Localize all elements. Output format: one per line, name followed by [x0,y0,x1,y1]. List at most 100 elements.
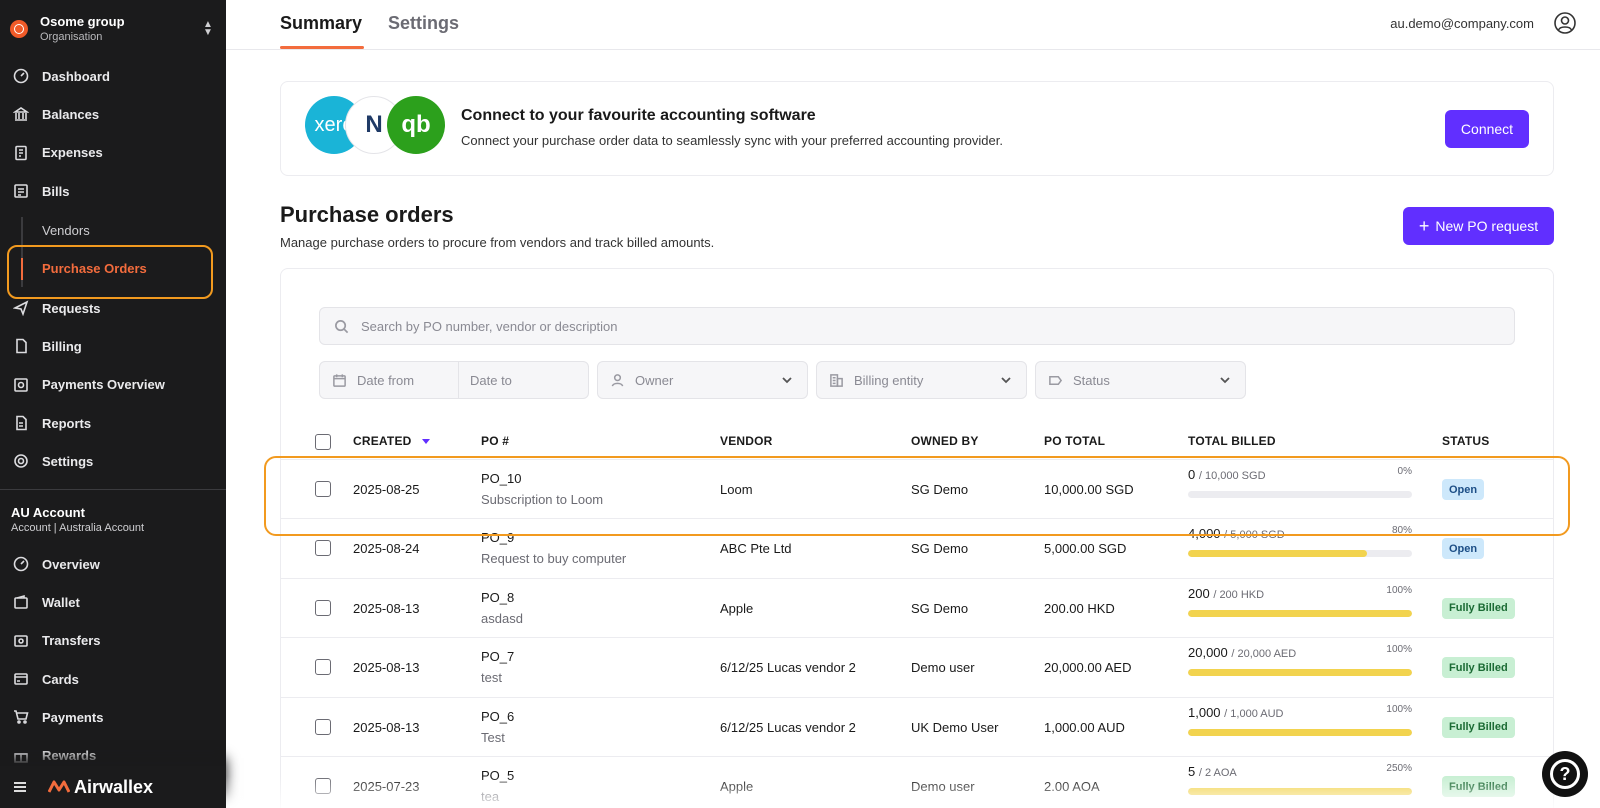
po-number[interactable]: PO_10 [481,471,521,486]
active-tab-indicator [280,46,364,49]
payments-overview-icon [12,376,30,394]
sidebar-item-requests[interactable]: Requests [0,289,226,327]
connect-accounting-card: xero N qb Connect to your favourite acco… [280,81,1554,176]
sidebar-item-transfers[interactable]: Transfers [0,622,226,660]
sidebar-item-settings[interactable]: Settings [0,442,226,480]
search-input[interactable]: Search by PO number, vendor or descripti… [319,307,1515,345]
new-po-request-label: New PO request [1435,218,1539,234]
status-filter[interactable]: Status [1035,361,1246,399]
row-checkbox[interactable] [315,599,331,616]
row-checkbox[interactable] [315,718,331,735]
calendar-icon [333,373,346,387]
tab-summary[interactable]: Summary [280,13,362,34]
sidebar-item-label: Overview [42,556,100,572]
po-number[interactable]: PO_6 [481,709,514,724]
row-checkbox[interactable] [315,778,331,794]
po-number[interactable]: PO_9 [481,530,514,545]
billing-entity-filter-label: Billing entity [854,372,924,388]
billed-percent: 100% [1386,644,1412,656]
account-nav: Overview Wallet Transfers Cards Payments… [0,545,226,775]
column-header-po: PO # [481,434,510,448]
secondary-nav: Requests Billing Payments Overview Repor… [0,289,226,480]
transfer-icon [12,632,30,650]
sidebar-divider [0,489,226,490]
sidebar-item-payments-overview[interactable]: Payments Overview [0,366,226,404]
date-range-filter[interactable]: Date from Date to [319,361,589,399]
table-row[interactable]: 2025-08-13 PO_7 test 6/12/25 Lucas vendor 2… [281,637,1553,696]
org-name: Osome group [40,14,125,29]
table-row[interactable]: 2025-07-23 PO_5 tea Apple Demo user 2.00 AOA 5… [281,756,1553,808]
sidebar-item-billing[interactable]: Billing [0,327,226,365]
table-row[interactable]: 2025-08-13 PO_6 Test 6/12/25 Lucas vendor 2… [281,696,1553,756]
column-header-total-billed: TOTAL BILLED [1188,434,1276,448]
tab-settings[interactable]: Settings [388,13,459,34]
date-to-input[interactable]: Date to [470,373,512,388]
billed-progress-bar [1188,491,1412,498]
billed-progress-fill [1188,669,1412,677]
connect-button[interactable]: Connect [1445,110,1529,148]
billed-progress-bar [1188,609,1412,617]
po-number[interactable]: PO_5 [481,768,514,783]
table-row[interactable]: 2025-08-25 PO_10 Subscription to Loom Loom S… [281,459,1553,518]
sidebar-item-expenses[interactable]: Expenses [0,134,226,172]
org-switcher[interactable]: Osome group Organisation ▲ ▼ [10,12,216,46]
billed-percent: 80% [1391,525,1412,537]
created-date: 2025-08-25 [353,482,420,497]
row-checkbox[interactable] [315,481,331,497]
table-row[interactable]: 2025-08-13 PO_8 asdasd Apple SG Demo 200.00 H… [281,577,1553,637]
billed-progress-fill [1188,728,1412,736]
document-icon [12,337,30,355]
po-number[interactable]: PO_7 [481,649,514,664]
owner-filter[interactable]: Owner [597,361,808,399]
sidebar-item-vendors[interactable]: Vendors [0,211,226,250]
po-description: asdasd [481,610,523,626]
po-description: Test [481,729,505,745]
search-icon [335,319,349,333]
created-date: 2025-08-13 [353,660,420,676]
select-all-checkbox[interactable] [315,434,331,450]
new-po-request-button[interactable]: + New PO request [1403,207,1554,245]
row-checkbox[interactable] [315,659,331,676]
sidebar-item-payments[interactable]: Payments [0,698,226,736]
org-sub: Organisation [40,31,103,43]
sidebar-item-wallet[interactable]: Wallet [0,583,226,621]
sidebar-item-cards[interactable]: Cards [0,660,226,698]
bills-icon [12,182,30,200]
vendor-name: Loom [720,482,753,497]
brand-logo: Airwallex [48,777,153,798]
created-date: 2025-08-13 [353,600,420,616]
billed-of-total: / 200 HKD [1213,588,1265,601]
table-row[interactable]: 2025-08-24 PO_9 Request to buy computer ABC… [281,518,1553,577]
billed-amount: 20,000 / 20,000 AED [1188,645,1296,660]
billed-percent: 250% [1386,763,1412,774]
row-checkbox[interactable] [315,540,331,557]
sidebar-item-label: Reports [42,415,92,431]
status-badge: Fully Billed [1442,597,1515,619]
po-total: 20,000.00 AED [1044,660,1132,676]
person-icon [611,373,624,386]
billing-entity-filter[interactable]: Billing entity [816,361,1027,399]
column-header-status: STATUS [1442,434,1490,448]
purchase-orders-card: Search by PO number, vendor or descripti… [280,268,1554,808]
column-header-label: CREATED [353,434,412,448]
org-logo-icon [10,20,28,38]
sidebar-item-balances[interactable]: Balances [0,95,226,133]
billed-value: 4,000 [1188,526,1221,542]
po-number[interactable]: PO_8 [481,590,514,605]
column-header-vendor: VENDOR [720,434,773,448]
po-description: test [481,670,502,686]
building-icon [830,373,843,387]
billed-progress-fill [1188,550,1368,558]
menu-icon[interactable] [14,782,26,792]
sidebar-item-label: Billing [42,338,82,354]
sidebar-item-bills[interactable]: Bills [0,172,226,210]
sidebar-item-dashboard[interactable]: Dashboard [0,57,226,95]
column-header-po-total: PO TOTAL [1044,434,1106,448]
date-from-input[interactable]: Date from [357,373,414,388]
chevron-up-down-icon: ▲ ▼ [203,19,213,38]
column-header-created[interactable]: CREATED [353,434,430,448]
help-button[interactable]: ? [1542,751,1588,797]
sidebar-item-overview[interactable]: Overview [0,545,226,583]
user-avatar-icon[interactable] [1554,12,1576,34]
sidebar-item-reports[interactable]: Reports [0,404,226,442]
